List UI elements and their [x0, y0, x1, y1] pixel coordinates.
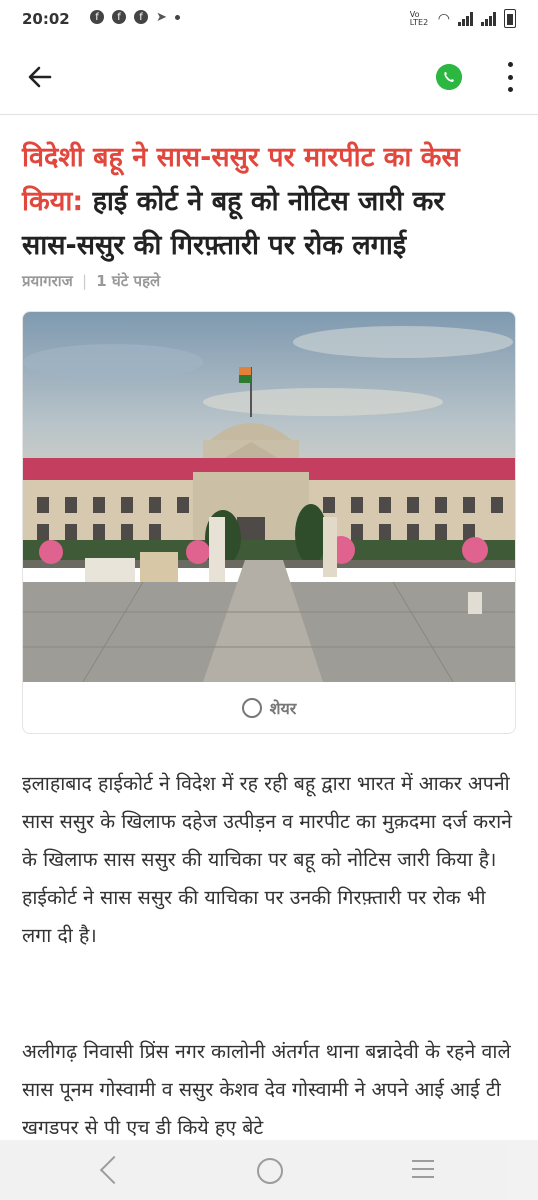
facebook-icon: f: [90, 10, 104, 24]
facebook-icon: f: [112, 10, 126, 24]
headline-rest: हाई कोर्ट ने बहू को नोटिस जारी कर सास-सस…: [22, 186, 445, 261]
article-headline: विदेशी बहू ने सास-ससुर पर मारपीट का केस …: [22, 136, 492, 268]
app-bar: [0, 40, 538, 115]
status-right: Vo LTE2 ◠: [410, 9, 516, 28]
nav-home-icon[interactable]: [257, 1158, 283, 1184]
more-vertical-icon[interactable]: [506, 62, 514, 92]
wifi-icon: ◠: [437, 10, 450, 27]
signal-icon: [481, 11, 496, 26]
status-bar: 20:02 f f f ➤ Vo LTE2 ◠: [0, 0, 538, 40]
article-time: 1 घंटे पहले: [96, 272, 161, 290]
arrow-left-icon[interactable]: [26, 63, 54, 91]
article-photo[interactable]: [23, 312, 515, 682]
article-paragraph: अलीगढ़ निवासी प्रिंस नगर कालोनी अंतर्गत …: [22, 1040, 511, 1139]
meta-separator: |: [81, 272, 88, 290]
network-label: Vo LTE2: [409, 9, 429, 27]
share-label: शेयर: [269, 698, 297, 718]
article-location[interactable]: प्रयागराज: [22, 272, 73, 290]
signal-icon: [458, 11, 473, 26]
whatsapp-icon: [241, 697, 262, 718]
status-time: 20:02: [22, 10, 70, 28]
share-button[interactable]: शेयर: [23, 682, 515, 733]
article-meta: प्रयागराज | 1 घंटे पहले: [22, 271, 160, 291]
more-notifications-dot: [174, 15, 180, 20]
battery-icon: [504, 9, 516, 28]
article-paragraph: इलाहाबाद हाईकोर्ट ने विदेश में रह रही बह…: [22, 772, 513, 947]
system-nav-bar: [0, 1140, 538, 1200]
article-image-card: शेयर: [22, 311, 516, 734]
telegram-icon: ➤: [156, 10, 167, 25]
nav-back-icon[interactable]: [99, 1155, 129, 1185]
whatsapp-icon[interactable]: [436, 64, 462, 90]
notification-icons: f f f ➤: [90, 10, 180, 25]
nav-recent-icon[interactable]: [412, 1160, 434, 1178]
facebook-icon: f: [134, 10, 148, 24]
